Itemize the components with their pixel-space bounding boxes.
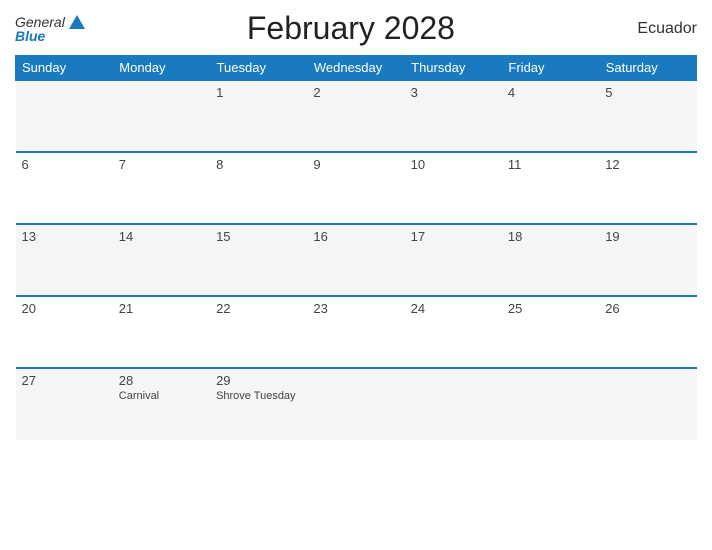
cell-week3-day2: 15 (210, 224, 307, 296)
logo-general-text: General (15, 15, 65, 29)
cell-week3-day4: 17 (405, 224, 502, 296)
header-monday: Monday (113, 56, 210, 81)
day-number: 6 (22, 157, 107, 172)
cell-week5-day4 (405, 368, 502, 440)
calendar-header: General Blue February 2028 Ecuador (15, 10, 697, 47)
days-header-row: Sunday Monday Tuesday Wednesday Thursday… (16, 56, 697, 81)
event-label: Shrove Tuesday (216, 390, 301, 402)
cell-week2-day4: 10 (405, 152, 502, 224)
cell-week1-day4: 3 (405, 80, 502, 152)
week-row-5: 27 28 Carnival 29 Shrove Tuesday (16, 368, 697, 440)
week-row-4: 20 21 22 23 24 25 26 (16, 296, 697, 368)
day-number: 15 (216, 229, 301, 244)
day-number: 2 (313, 85, 398, 100)
day-number: 5 (605, 85, 690, 100)
calendar-table: Sunday Monday Tuesday Wednesday Thursday… (15, 55, 697, 440)
logo: General Blue (15, 15, 85, 43)
day-number: 16 (313, 229, 398, 244)
cell-week4-day5: 25 (502, 296, 599, 368)
logo-triangle-icon (69, 15, 85, 29)
day-number: 1 (216, 85, 301, 100)
cell-week5-day6 (599, 368, 696, 440)
cell-week5-day2: 29 Shrove Tuesday (210, 368, 307, 440)
week-row-3: 13 14 15 16 17 18 19 (16, 224, 697, 296)
event-label: Carnival (119, 390, 204, 402)
cell-week2-day6: 12 (599, 152, 696, 224)
day-number: 22 (216, 301, 301, 316)
day-number: 13 (22, 229, 107, 244)
cell-week4-day4: 24 (405, 296, 502, 368)
day-number: 12 (605, 157, 690, 172)
day-number: 8 (216, 157, 301, 172)
header-thursday: Thursday (405, 56, 502, 81)
cell-week2-day3: 9 (307, 152, 404, 224)
day-number: 9 (313, 157, 398, 172)
day-number: 23 (313, 301, 398, 316)
week-row-2: 6789 10 11 12 (16, 152, 697, 224)
week-row-1: 12345 (16, 80, 697, 152)
day-number: 11 (508, 157, 593, 172)
cell-week5-day5 (502, 368, 599, 440)
cell-week4-day6: 26 (599, 296, 696, 368)
day-number: 14 (119, 229, 204, 244)
day-number: 3 (411, 85, 496, 100)
cell-week2-day0: 6 (16, 152, 113, 224)
day-number: 26 (605, 301, 690, 316)
day-number: 28 (119, 373, 204, 388)
calendar-container: General Blue February 2028 Ecuador Sunda… (0, 0, 712, 550)
cell-week3-day3: 16 (307, 224, 404, 296)
day-number: 27 (22, 373, 107, 388)
calendar-title: February 2028 (85, 10, 617, 47)
day-number: 17 (411, 229, 496, 244)
cell-week2-day2: 8 (210, 152, 307, 224)
cell-week1-day6: 5 (599, 80, 696, 152)
cell-week2-day1: 7 (113, 152, 210, 224)
header-wednesday: Wednesday (307, 56, 404, 81)
cell-week4-day1: 21 (113, 296, 210, 368)
day-number: 25 (508, 301, 593, 316)
cell-week2-day5: 11 (502, 152, 599, 224)
header-saturday: Saturday (599, 56, 696, 81)
cell-week1-day0 (16, 80, 113, 152)
cell-week4-day2: 22 (210, 296, 307, 368)
day-number: 7 (119, 157, 204, 172)
cell-week3-day6: 19 (599, 224, 696, 296)
day-number: 18 (508, 229, 593, 244)
cell-week3-day5: 18 (502, 224, 599, 296)
cell-week1-day1 (113, 80, 210, 152)
header-friday: Friday (502, 56, 599, 81)
header-sunday: Sunday (16, 56, 113, 81)
cell-week1-day5: 4 (502, 80, 599, 152)
country-label: Ecuador (617, 20, 697, 38)
cell-week4-day0: 20 (16, 296, 113, 368)
cell-week1-day3: 2 (307, 80, 404, 152)
day-number: 20 (22, 301, 107, 316)
cell-week4-day3: 23 (307, 296, 404, 368)
cell-week3-day0: 13 (16, 224, 113, 296)
day-number: 19 (605, 229, 690, 244)
day-number: 29 (216, 373, 301, 388)
cell-week5-day0: 27 (16, 368, 113, 440)
logo-blue-text: Blue (15, 29, 45, 43)
cell-week3-day1: 14 (113, 224, 210, 296)
day-number: 21 (119, 301, 204, 316)
cell-week1-day2: 1 (210, 80, 307, 152)
day-number: 10 (411, 157, 496, 172)
cell-week5-day1: 28 Carnival (113, 368, 210, 440)
header-tuesday: Tuesday (210, 56, 307, 81)
cell-week5-day3 (307, 368, 404, 440)
day-number: 4 (508, 85, 593, 100)
day-number: 24 (411, 301, 496, 316)
